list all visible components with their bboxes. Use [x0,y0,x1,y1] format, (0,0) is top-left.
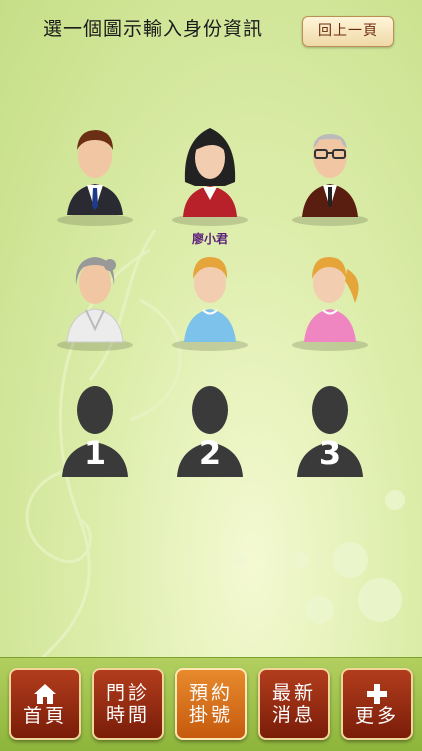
tab-label-line1: 門診 [105,682,150,704]
tab-news[interactable]: 最新 消息 [258,668,330,740]
avatar-slot-2[interactable]: 2 [165,372,255,482]
slot-number: 1 [83,434,107,472]
tab-label-line2: 掛號 [188,704,233,726]
slot-number: 2 [198,434,222,472]
home-icon [33,681,57,705]
plus-icon [366,681,388,705]
back-button[interactable]: 回上一頁 [302,16,394,47]
page-title: 選一個圖示輸入身份資訊 [42,18,263,40]
tab-label: 更多 [354,705,399,727]
tab-appointment[interactable]: 預約 掛號 [175,668,247,740]
tab-clinic-hours[interactable]: 門診 時間 [92,668,164,740]
avatar-man-suit[interactable] [50,120,140,230]
bottom-tab-bar: 首頁 門診 時間 預約 掛號 最新 消息 更多 [0,657,422,751]
tab-label-line1: 最新 [271,682,316,704]
tab-home[interactable]: 首頁 [9,668,81,740]
slot-number: 3 [318,434,342,472]
tab-label-line2: 消息 [271,704,316,726]
tab-more[interactable]: 更多 [341,668,413,740]
tab-label-line2: 時間 [105,704,150,726]
tab-label: 首頁 [22,705,67,727]
avatar-girl[interactable] [285,245,375,355]
avatar-slot-1[interactable]: 1 [50,372,140,482]
avatar-old-man[interactable] [285,120,375,230]
avatar-slot-3[interactable]: 3 [285,372,375,482]
avatar-old-woman[interactable] [50,245,140,355]
avatar-boy[interactable] [165,245,255,355]
header: 選一個圖示輸入身份資訊 回上一頁 [0,0,422,52]
avatar-woman-red[interactable] [165,120,255,230]
tab-label-line1: 預約 [188,682,233,704]
